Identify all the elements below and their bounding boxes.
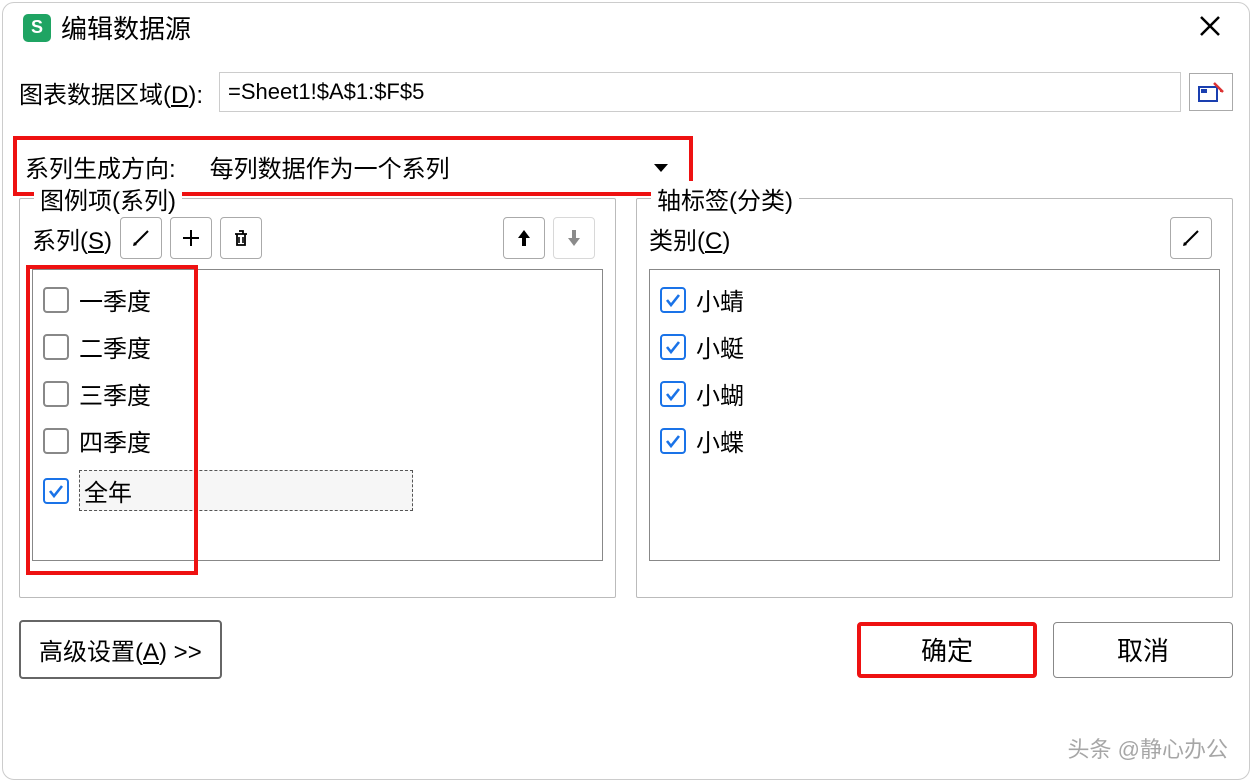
chart-range-row: 图表数据区域(D):	[19, 72, 1233, 112]
checkbox[interactable]	[660, 334, 686, 360]
list-item[interactable]: 四季度	[37, 417, 598, 464]
category-panel-legend: 轴标签(分类)	[651, 181, 799, 216]
category-label: 类别(C)	[649, 221, 730, 256]
chevron-down-icon	[653, 152, 669, 180]
series-direction-value: 每列数据作为一个系列	[210, 149, 450, 184]
series-direction-label: 系列生成方向:	[25, 149, 176, 184]
series-panel: 图例项(系列) 系列(S)	[19, 198, 616, 598]
list-item[interactable]: 三季度	[37, 370, 598, 417]
list-item[interactable]: 小蝴	[654, 370, 1215, 417]
advanced-settings-button[interactable]: 高级设置(A) >>	[19, 620, 222, 679]
checkbox[interactable]	[43, 478, 69, 504]
category-toolbar: 类别(C)	[649, 217, 1220, 259]
checkbox[interactable]	[43, 428, 69, 454]
category-panel: 轴标签(分类) 类别(C) 小蜻小蜓小蝴小蝶	[636, 198, 1233, 598]
list-item-label: 小蝶	[696, 423, 744, 458]
close-icon[interactable]	[1191, 11, 1229, 45]
checkbox[interactable]	[660, 428, 686, 454]
list-item[interactable]: 全年	[37, 464, 598, 517]
list-item[interactable]: 二季度	[37, 323, 598, 370]
list-item[interactable]: 小蜓	[654, 323, 1215, 370]
chart-range-input[interactable]	[219, 72, 1181, 112]
series-panel-legend: 图例项(系列)	[34, 181, 182, 216]
category-listbox[interactable]: 小蜻小蜓小蝴小蝶	[649, 269, 1220, 561]
list-item-label: 一季度	[79, 282, 151, 317]
ok-button[interactable]: 确定	[857, 622, 1037, 678]
list-item-label: 小蜻	[696, 282, 744, 317]
list-item[interactable]: 小蜻	[654, 276, 1215, 323]
move-up-button[interactable]	[503, 217, 545, 259]
panels: 图例项(系列) 系列(S)	[19, 198, 1233, 598]
edit-category-button[interactable]	[1170, 217, 1212, 259]
app-icon: S	[23, 14, 51, 42]
list-item-label: 三季度	[79, 376, 151, 411]
edit-data-source-dialog: S 编辑数据源 图表数据区域(D): 系列生成方向: 每列数据作为一个系列	[2, 2, 1250, 780]
list-item-label: 四季度	[79, 423, 151, 458]
series-toolbar: 系列(S)	[32, 217, 603, 259]
edit-series-button[interactable]	[120, 217, 162, 259]
list-item-label: 小蝴	[696, 376, 744, 411]
delete-series-button[interactable]	[220, 217, 262, 259]
range-picker-icon[interactable]	[1189, 73, 1233, 111]
series-listbox[interactable]: 一季度二季度三季度四季度全年	[32, 269, 603, 561]
checkbox[interactable]	[43, 334, 69, 360]
add-series-button[interactable]	[170, 217, 212, 259]
list-item[interactable]: 一季度	[37, 276, 598, 323]
checkbox[interactable]	[43, 381, 69, 407]
list-item-label: 二季度	[79, 329, 151, 364]
series-direction-dropdown[interactable]: 每列数据作为一个系列	[198, 146, 681, 186]
chart-range-label: 图表数据区域(D):	[19, 75, 203, 110]
checkbox[interactable]	[660, 287, 686, 313]
list-item-label: 全年	[79, 470, 413, 511]
titlebar: S 编辑数据源	[19, 3, 1233, 56]
list-item-label: 小蜓	[696, 329, 744, 364]
dialog-title: 编辑数据源	[61, 9, 191, 46]
cancel-button[interactable]: 取消	[1053, 622, 1233, 678]
checkbox[interactable]	[43, 287, 69, 313]
dialog-footer: 高级设置(A) >> 确定 取消	[19, 620, 1233, 679]
move-down-button	[553, 217, 595, 259]
list-item[interactable]: 小蝶	[654, 417, 1215, 464]
series-label: 系列(S)	[32, 221, 112, 256]
checkbox[interactable]	[660, 381, 686, 407]
